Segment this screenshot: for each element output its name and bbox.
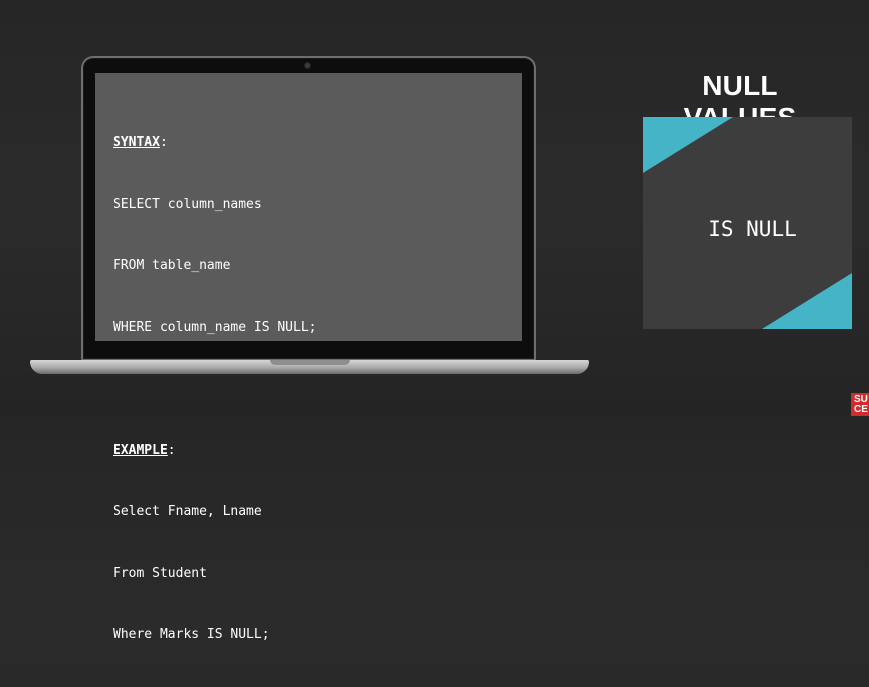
syntax-line: FROM table_name [113, 258, 231, 273]
accent-triangle-bottom [762, 273, 852, 329]
example-heading: EXAMPLE: [113, 442, 176, 458]
code-block: SYNTAX: SELECT column_names FROM table_n… [113, 92, 317, 687]
code-spacer [113, 379, 317, 400]
laptop-notch [270, 360, 350, 365]
card-keyword: IS NULL [708, 217, 797, 241]
example-line: Select Fname, Lname [113, 504, 262, 519]
laptop-lid: SYNTAX: SELECT column_names FROM table_n… [81, 56, 536, 642]
syntax-label: SYNTAX [113, 135, 160, 150]
syntax-heading: SYNTAX: [113, 135, 168, 150]
example-line: Where Marks IS NULL; [113, 627, 270, 642]
example-label: EXAMPLE [113, 442, 168, 458]
is-null-card: IS NULL [643, 117, 852, 329]
syntax-line: SELECT column_names [113, 196, 262, 212]
channel-logo: SU CE [851, 393, 869, 416]
webcam-icon [305, 63, 310, 68]
accent-triangle-top [643, 117, 733, 173]
example-line: From Student [113, 565, 207, 581]
syntax-line: WHERE column_name IS NULL; [113, 319, 317, 335]
laptop-base [30, 360, 589, 374]
laptop-screen: SYNTAX: SELECT column_names FROM table_n… [95, 73, 522, 642]
